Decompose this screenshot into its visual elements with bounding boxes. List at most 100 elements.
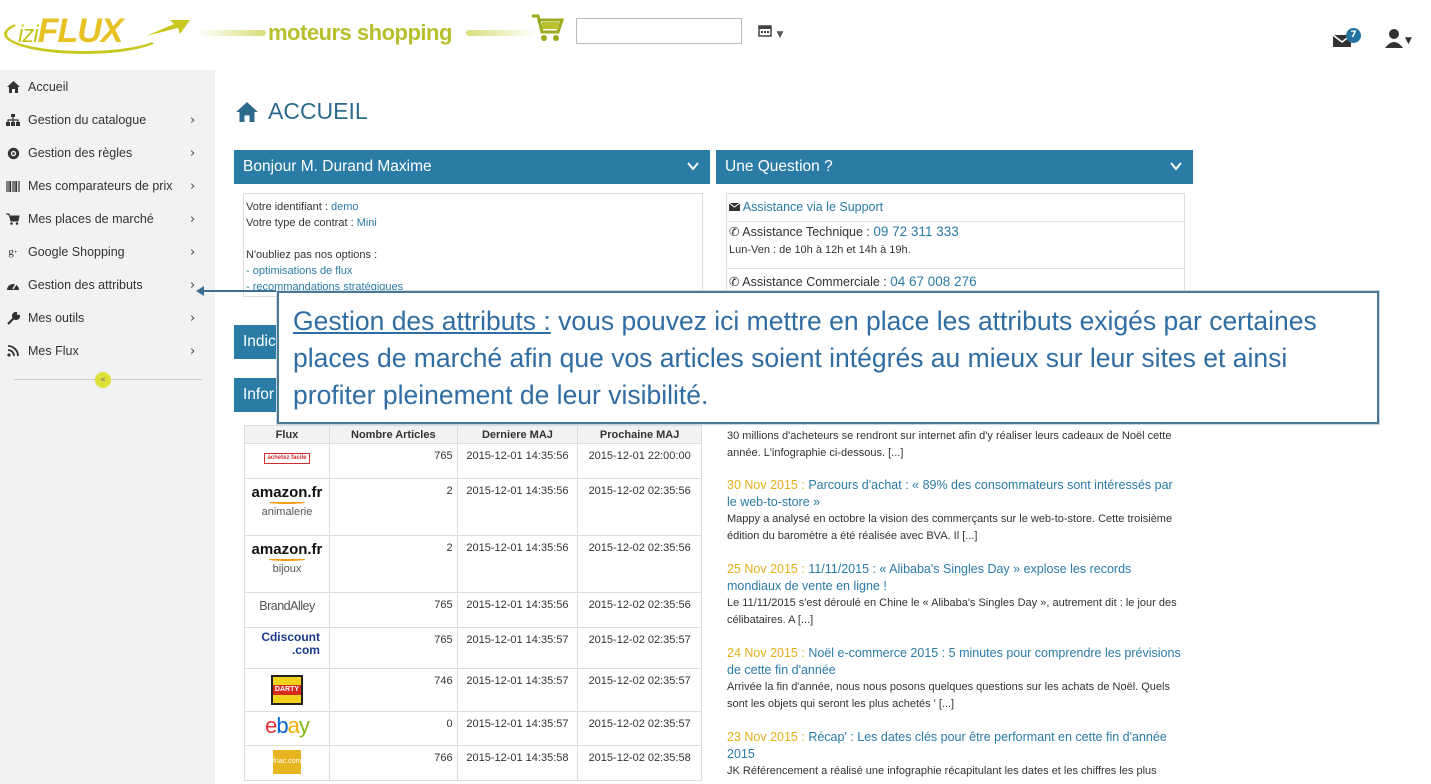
table-row[interactable]: amazon.fr bijoux 2 2015-12-01 14:35:56 2… <box>244 535 702 593</box>
chevron-down-icon <box>687 162 699 171</box>
collapse-sidebar-button[interactable]: « <box>95 372 111 388</box>
tech-hours: Lun-Ven : de 10h à 12h et 14h à 19h. <box>729 244 911 256</box>
sidebar-item-regles[interactable]: Gestion des règles › <box>0 140 215 166</box>
question-panel-header[interactable]: Une Question ? <box>716 150 1193 184</box>
table-row[interactable]: ebay 0 2015-12-01 14:35:57 2015-12-02 02… <box>244 711 702 746</box>
search-input[interactable] <box>576 18 742 44</box>
page-title: ACCUEIL <box>236 98 368 125</box>
table-row[interactable]: BrandAlley 765 2015-12-01 14:35:56 2015-… <box>244 592 702 628</box>
dashboard-icon <box>5 278 21 292</box>
sidebar-item-places-de-marche[interactable]: Mes places de marché › <box>0 206 215 232</box>
question-panel-body: Assistance via le Support ✆ Assistance T… <box>726 193 1185 297</box>
identifiant-value: demo <box>331 201 359 213</box>
caret-down-icon: ▼ <box>1405 36 1412 46</box>
brandalley-logo: BrandAlley <box>259 599 315 613</box>
welcome-panel-header[interactable]: Bonjour M. Durand Maxime <box>234 150 710 184</box>
flux-cell: DARTY <box>244 668 330 712</box>
tagline-bar: moteurs shopping <box>196 20 566 45</box>
user-icon <box>1385 29 1403 48</box>
envelope-icon <box>728 202 741 211</box>
news-item[interactable]: 23 Nov 2015 : Récap' : Les dates clés po… <box>727 729 1185 780</box>
user-menu[interactable]: ▼ <box>1384 28 1412 50</box>
news-item[interactable]: 30 Nov 2015 : Parcours d'achat : « 89% d… <box>727 477 1185 545</box>
news-title[interactable]: 24 Nov 2015 : Noël e-commerce 2015 : 5 m… <box>727 645 1185 679</box>
callout-text: Gestion des attributs : vous pouvez ici … <box>293 306 1317 410</box>
sidebar-item-attributs[interactable]: Gestion des attributs › <box>0 272 215 298</box>
callout-title: Gestion des attributs : <box>293 306 551 336</box>
notification-badge: 7 <box>1346 28 1361 43</box>
flux-cell: BrandAlley <box>244 592 330 628</box>
sidebar-item-outils[interactable]: Mes outils › <box>0 305 215 331</box>
column-header[interactable]: Prochaine MAJ <box>577 425 702 444</box>
flux-cell: amazon.fr bijoux <box>244 535 330 593</box>
sidebar-item-flux[interactable]: Mes Flux › <box>0 338 215 364</box>
news-item[interactable]: 24 Nov 2015 : Noël e-commerce 2015 : 5 m… <box>727 645 1185 713</box>
table-row[interactable]: amazon.fr animalerie 2 2015-12-01 14:35:… <box>244 478 702 536</box>
chevron-right-icon: › <box>190 112 196 128</box>
home-icon <box>236 101 258 122</box>
column-header[interactable]: Nombre Articles <box>328 425 458 444</box>
table-row[interactable]: DARTY 746 2015-12-01 14:35:57 2015-12-02… <box>244 668 702 712</box>
chevron-right-icon: › <box>190 277 196 293</box>
table-header-row: Flux Nombre Articles Derniere MAJ Procha… <box>244 425 702 444</box>
logo-text: iziFLUX <box>18 12 123 50</box>
welcome-panel-body: Votre identifiant : demo Votre type de c… <box>243 193 703 297</box>
rss-icon <box>5 344 21 358</box>
sidebar: Accueil Gestion du catalogue › Gestion d… <box>0 70 215 784</box>
flux-cell: fnac.com <box>244 745 330 781</box>
calendar-dropdown[interactable]: ▼ <box>758 24 783 41</box>
news-title[interactable]: 25 Nov 2015 : 11/11/2015 : « Alibaba's S… <box>727 561 1185 595</box>
iziflux-logo[interactable]: iziFLUX <box>4 10 190 54</box>
sidebar-item-google-shopping[interactable]: g + Google Shopping › <box>0 239 215 265</box>
logo-swoosh-icon <box>146 20 190 36</box>
commercial-support-row: ✆ Assistance Commerciale : 04 67 008 276 <box>729 274 977 289</box>
news-item[interactable]: 25 Nov 2015 : 11/11/2015 : « Alibaba's S… <box>727 561 1185 629</box>
top-bar: iziFLUX moteurs shopping ▼ 7 ▼ <box>0 0 1431 70</box>
home-icon <box>5 80 21 94</box>
ebay-logo: ebay <box>265 713 310 738</box>
table-row[interactable]: Cdiscount .com 765 2015-12-01 14:35:57 2… <box>244 627 702 669</box>
chevron-right-icon: › <box>190 145 196 161</box>
tech-phone[interactable]: 09 72 311 333 <box>873 224 958 239</box>
callout-arrow <box>200 290 278 292</box>
flux-cell: amazon.fr animalerie <box>244 478 330 536</box>
sidebar-item-comparateurs[interactable]: Mes comparateurs de prix › <box>0 173 215 199</box>
flux-cell: Cdiscount .com <box>244 627 330 669</box>
sidebar-item-catalogue[interactable]: Gestion du catalogue › <box>0 107 215 133</box>
cart-icon <box>5 212 21 226</box>
google-plus-icon: g + <box>8 246 18 258</box>
tech-support-row: ✆ Assistance Technique : 09 72 311 333 <box>729 224 959 239</box>
calendar-icon <box>758 25 772 37</box>
chevron-right-icon: › <box>190 244 196 260</box>
tagline: moteurs shopping <box>268 20 452 45</box>
sidebar-item-accueil[interactable]: Accueil <box>0 74 215 100</box>
achetez-facile-logo: achetez facile <box>264 453 310 464</box>
options-label: N'oubliez pas nos options : <box>246 249 378 261</box>
option-link-optimisations[interactable]: - optimisations de flux <box>246 263 700 279</box>
cart-icon <box>532 14 564 41</box>
darty-logo: DARTY <box>270 675 303 705</box>
support-link[interactable]: Assistance via le Support <box>743 200 883 214</box>
flux-cell: ebay <box>244 711 330 746</box>
column-header[interactable]: Flux <box>244 425 330 444</box>
phone-icon: ✆ <box>729 225 740 239</box>
chevron-right-icon: › <box>190 310 196 326</box>
chevron-right-icon: › <box>190 178 196 194</box>
chevron-right-icon: › <box>190 211 196 227</box>
sitemap-icon <box>5 113 21 127</box>
flux-cell: achetez facile <box>244 443 330 479</box>
cdiscount-logo: Cdiscount .com <box>261 630 320 657</box>
news-title[interactable]: 30 Nov 2015 : Parcours d'achat : « 89% d… <box>727 477 1185 511</box>
barcode-icon <box>5 179 21 193</box>
commercial-phone[interactable]: 04 67 008 276 <box>890 274 976 289</box>
column-header[interactable]: Derniere MAJ <box>456 425 579 444</box>
support-row[interactable]: Assistance via le Support <box>728 199 883 215</box>
news-title[interactable]: 23 Nov 2015 : Récap' : Les dates clés po… <box>727 729 1185 763</box>
table-row[interactable]: fnac.com 766 2015-12-01 14:35:58 2015-12… <box>244 745 702 781</box>
table-row[interactable]: achetez facile 765 2015-12-01 14:35:56 2… <box>244 443 702 479</box>
wrench-icon <box>5 311 21 325</box>
contrat-value: Mini <box>356 217 377 229</box>
amazon-logo: amazon.fr <box>251 484 323 501</box>
amazon-logo: amazon.fr <box>251 541 323 558</box>
callout-box: Gestion des attributs : vous pouvez ici … <box>277 291 1379 424</box>
